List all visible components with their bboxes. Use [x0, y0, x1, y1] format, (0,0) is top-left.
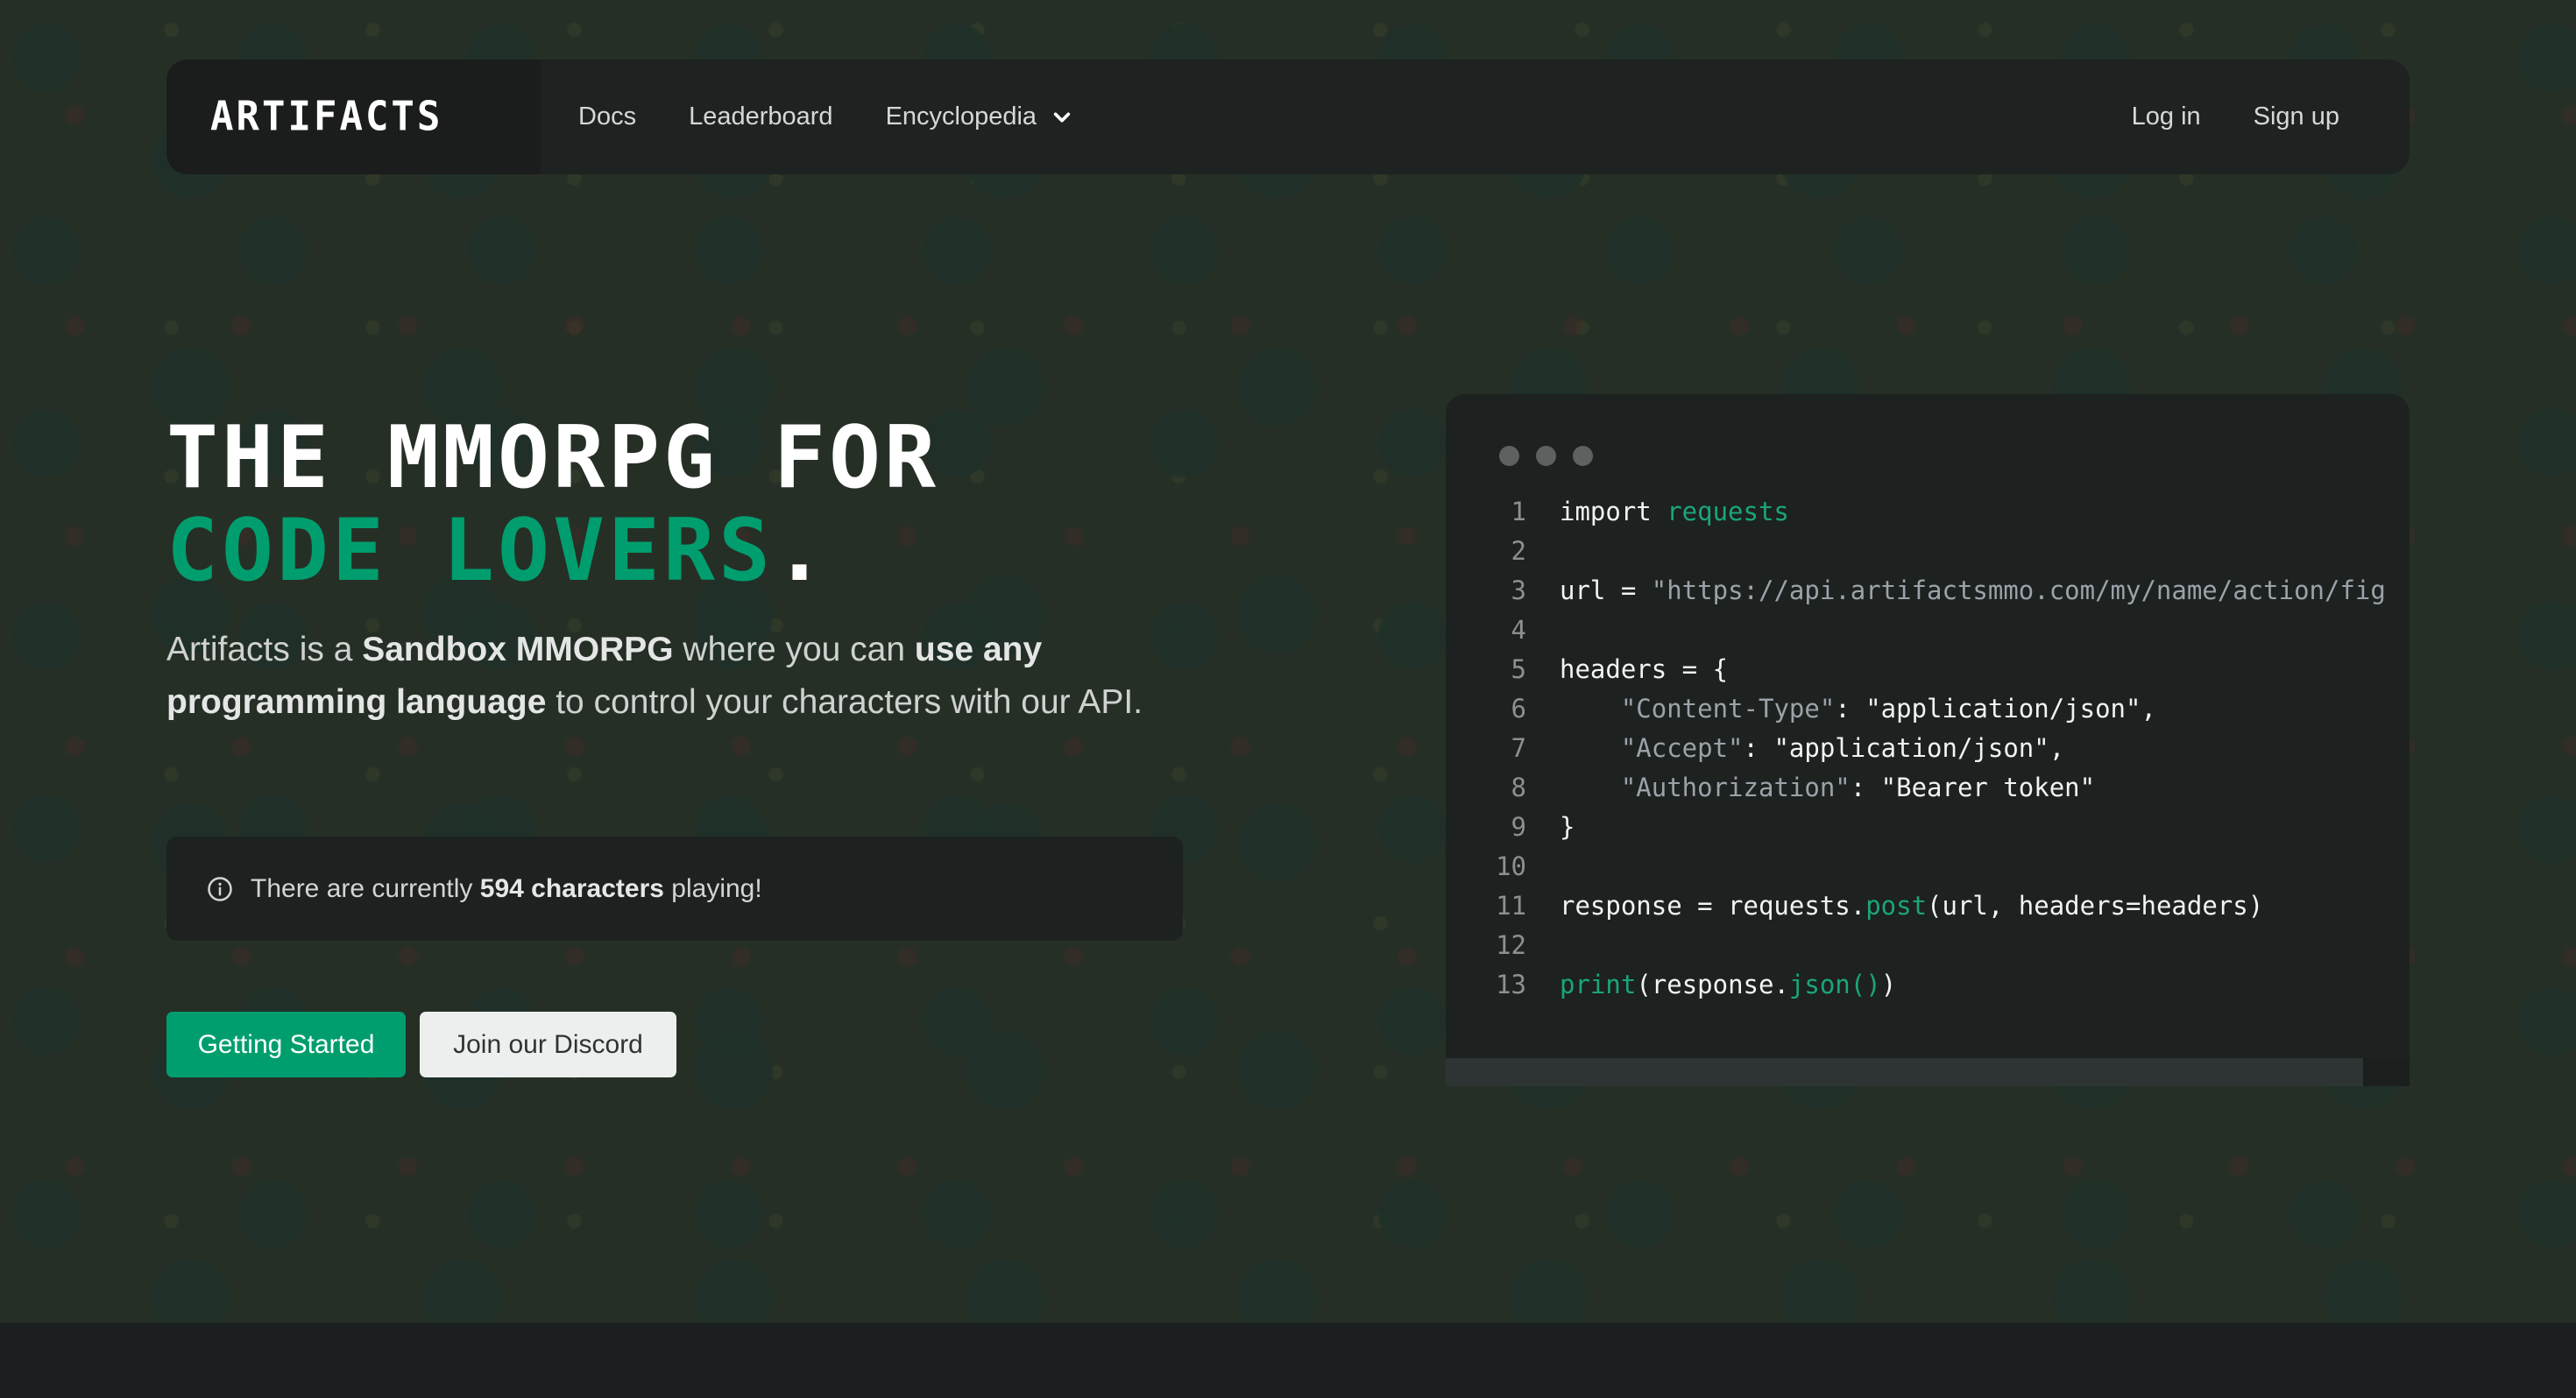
nav-links: Docs Leaderboard Encyclopedia — [541, 102, 1072, 131]
code-token: json() — [1788, 970, 1881, 999]
code-line: 3 url = "https://api.artifactsmmo.com/my/… — [1446, 571, 2410, 611]
code-line: 1 import requests — [1446, 492, 2410, 532]
window-dot-icon — [1499, 446, 1519, 466]
code-token: post — [1865, 891, 1928, 921]
code-block: 1 import requests 2 3 url = "https://api.art… — [1446, 492, 2410, 1005]
nav-link-leaderboard[interactable]: Leaderboard — [689, 102, 832, 131]
hero-description: Artifacts is a Sandbox MMORPG where you … — [166, 624, 1200, 729]
top-navbar: ARTIFACTS Docs Leaderboard Encyclopedia … — [166, 60, 2410, 174]
line-number: 13 — [1496, 970, 1526, 999]
code-line: 12 — [1446, 926, 2410, 965]
code-line: 2 — [1446, 532, 2410, 571]
chevron-down-icon — [1053, 112, 1071, 122]
code-text: "Authorization": "Bearer token" — [1526, 768, 2095, 808]
code-line: 11 response = requests.post(url, headers=… — [1446, 886, 2410, 926]
code-token: : "application/json", — [1743, 733, 2065, 763]
line-number: 8 — [1511, 773, 1526, 802]
code-text: response = requests.post(url, headers=he… — [1526, 886, 2263, 926]
code-token: "https://api.artifactsmmo.com/my/name/ac… — [1651, 575, 2386, 605]
code-token: : "application/json", — [1835, 694, 2156, 724]
logo-section: ARTIFACTS — [166, 60, 541, 174]
code-line: 4 — [1446, 611, 2410, 650]
footer-band — [0, 1323, 2576, 1398]
code-line: 10 — [1446, 847, 2410, 886]
hero-heading: THE MMORPG FOR CODE LOVERS. — [166, 412, 939, 597]
code-text: url = "https://api.artifactsmmo.com/my/n… — [1526, 571, 2386, 611]
window-controls — [1499, 446, 1593, 466]
code-text: "Accept": "application/json", — [1526, 729, 2064, 768]
auth-links: Log in Sign up — [2132, 102, 2410, 131]
line-number: 7 — [1511, 733, 1526, 763]
line-number: 9 — [1511, 812, 1526, 842]
hero-heading-line2: CODE LOVERS — [166, 501, 775, 601]
signup-link[interactable]: Sign up — [2254, 102, 2339, 131]
line-number: 3 — [1511, 575, 1526, 605]
getting-started-button[interactable]: Getting Started — [166, 1012, 406, 1077]
line-number: 11 — [1496, 891, 1526, 921]
login-link[interactable]: Log in — [2132, 102, 2201, 131]
players-online-banner: There are currently 594 characters playi… — [166, 837, 1183, 941]
nav-link-encyclopedia-label: Encyclopedia — [885, 102, 1037, 131]
hero-heading-period: . — [774, 501, 830, 601]
line-number: 1 — [1511, 497, 1526, 526]
line-number: 10 — [1496, 851, 1526, 881]
code-token: headers = { — [1560, 654, 1729, 684]
join-discord-button[interactable]: Join our Discord — [420, 1012, 676, 1077]
code-token: url = — [1560, 575, 1652, 605]
code-token: import — [1560, 497, 1667, 526]
nav-link-encyclopedia[interactable]: Encyclopedia — [886, 102, 1072, 131]
players-suffix: playing! — [663, 873, 762, 903]
code-token: "Authorization" — [1620, 773, 1851, 802]
players-count: 594 characters — [479, 873, 664, 903]
code-line: 7 "Accept": "application/json", — [1446, 729, 2410, 768]
horizontal-scrollbar[interactable] — [1446, 1058, 2410, 1086]
code-text: headers = { — [1526, 650, 1728, 689]
window-dot-icon — [1573, 446, 1593, 466]
code-token: ) — [1880, 970, 1897, 999]
lead-text-3: to control your characters with our API. — [546, 683, 1143, 721]
code-line: 9} — [1446, 808, 2410, 847]
code-line: 8 "Authorization": "Bearer token" — [1446, 768, 2410, 808]
lead-bold-1: Sandbox MMORPG — [362, 631, 674, 668]
code-token: "Content-Type" — [1620, 694, 1836, 724]
hero-heading-line1: THE MMORPG FOR — [166, 408, 940, 508]
line-number: 12 — [1496, 930, 1526, 960]
players-online-text: There are currently 594 characters playi… — [251, 874, 762, 904]
code-text: import requests — [1526, 492, 1789, 532]
code-line: 13 print(response.json()) — [1446, 965, 2410, 1005]
nav-link-docs[interactable]: Docs — [578, 102, 636, 131]
code-text: print(response.json()) — [1526, 965, 1896, 1005]
code-token: response = requests. — [1560, 891, 1866, 921]
info-circle-icon — [208, 876, 232, 901]
line-number: 4 — [1511, 615, 1526, 645]
code-text: } — [1526, 808, 1575, 847]
code-line: 5 headers = { — [1446, 650, 2410, 689]
window-dot-icon — [1536, 446, 1556, 466]
code-token: (url, headers=headers) — [1927, 891, 2264, 921]
line-number: 5 — [1511, 654, 1526, 684]
code-token: } — [1560, 812, 1575, 842]
code-line: 6 "Content-Type": "application/json", — [1446, 689, 2410, 729]
lead-text-1: Artifacts is a — [166, 631, 363, 668]
code-window: 1 import requests 2 3 url = "https://api.art… — [1446, 394, 2410, 1086]
scrollbar-thumb[interactable] — [1446, 1058, 2363, 1086]
line-number: 2 — [1511, 536, 1526, 566]
players-prefix: There are currently — [251, 873, 480, 903]
lead-text-2: where you can — [673, 631, 915, 668]
logo[interactable]: ARTIFACTS — [210, 94, 442, 141]
code-token: (response. — [1636, 970, 1789, 999]
code-text: "Content-Type": "application/json", — [1526, 689, 2156, 729]
code-token: "Accept" — [1620, 733, 1744, 763]
code-token: : "Bearer token" — [1850, 773, 2096, 802]
code-token: print — [1560, 970, 1637, 999]
code-token: requests — [1667, 497, 1789, 526]
line-number: 6 — [1511, 694, 1526, 724]
